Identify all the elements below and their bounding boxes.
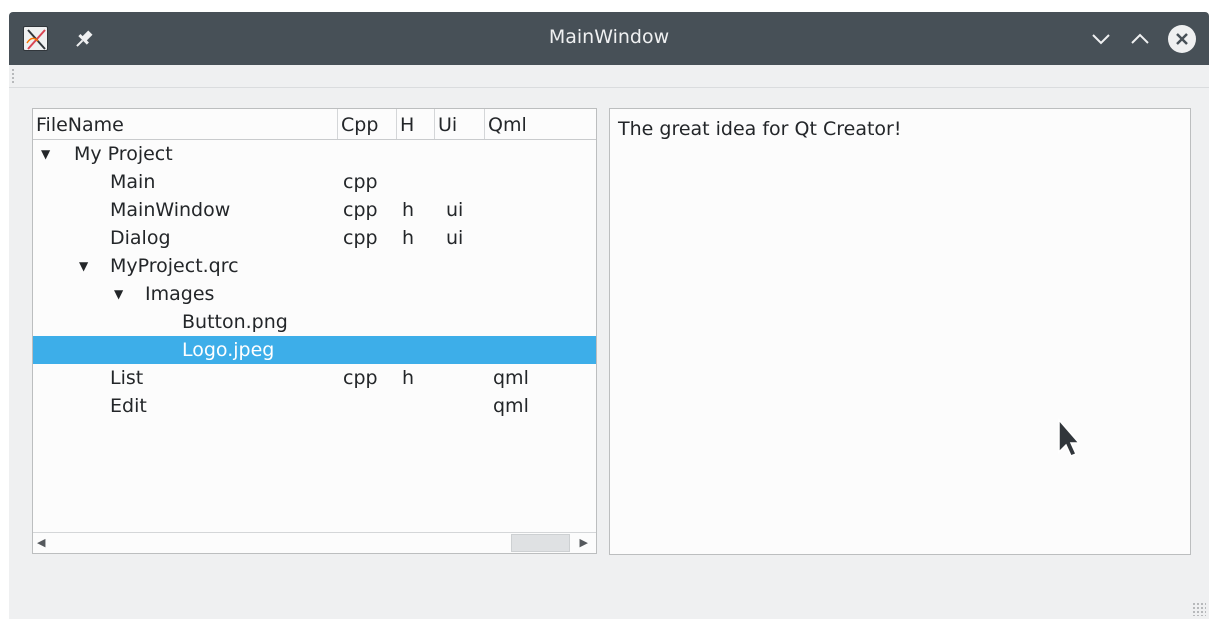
row-filename: Dialog bbox=[110, 227, 171, 249]
row-cpp: cpp bbox=[343, 171, 378, 193]
row-cpp: cpp bbox=[343, 227, 378, 249]
window-title: MainWindow bbox=[548, 26, 670, 48]
close-icon bbox=[1168, 25, 1196, 53]
expand-arrow-icon[interactable]: ▼ bbox=[41, 140, 50, 168]
row-qml: qml bbox=[493, 395, 529, 417]
row-filename: Logo.jpeg bbox=[182, 339, 275, 361]
title-bar[interactable]: MainWindow bbox=[9, 12, 1209, 65]
mouse-cursor-icon bbox=[1058, 418, 1081, 457]
file-tree-view[interactable]: FileName Cpp H Ui Qml ▼ My Project Main … bbox=[32, 108, 597, 554]
row-filename: MyProject.qrc bbox=[110, 255, 239, 277]
row-qml: qml bbox=[493, 367, 529, 389]
text-view[interactable]: The great idea for Qt Creator! bbox=[609, 108, 1191, 555]
tree-row[interactable]: MainWindow cpp h ui bbox=[33, 196, 596, 224]
row-filename: Button.png bbox=[182, 311, 288, 333]
row-ui: ui bbox=[446, 199, 464, 221]
resize-grip[interactable] bbox=[1192, 602, 1206, 616]
row-filename: Images bbox=[145, 283, 215, 305]
row-filename: My Project bbox=[74, 143, 173, 165]
row-filename: List bbox=[110, 367, 144, 389]
maximize-button[interactable] bbox=[1126, 25, 1154, 53]
toolbar-handle[interactable] bbox=[11, 68, 15, 84]
row-cpp: cpp bbox=[343, 199, 378, 221]
row-cpp: cpp bbox=[343, 367, 378, 389]
row-h: h bbox=[402, 227, 415, 249]
row-filename: Main bbox=[110, 171, 156, 193]
tree-row[interactable]: Dialog cpp h ui bbox=[33, 224, 596, 252]
tree-row[interactable]: Edit qml bbox=[33, 392, 596, 420]
column-header-ui[interactable]: Ui bbox=[435, 109, 485, 139]
tree-header: FileName Cpp H Ui Qml bbox=[33, 109, 596, 140]
tree-row[interactable]: Main cpp bbox=[33, 168, 596, 196]
minimize-button[interactable] bbox=[1087, 25, 1115, 53]
text-view-content: The great idea for Qt Creator! bbox=[618, 118, 902, 140]
column-header-filename[interactable]: FileName bbox=[33, 109, 338, 139]
close-button[interactable] bbox=[1167, 24, 1197, 54]
toolbar-divider bbox=[9, 87, 1209, 88]
tree-row[interactable]: ▼ Images bbox=[33, 280, 596, 308]
tree-row[interactable]: List cpp h qml bbox=[33, 364, 596, 392]
column-header-qml[interactable]: Qml bbox=[485, 109, 596, 139]
column-header-cpp[interactable]: Cpp bbox=[338, 109, 397, 139]
row-filename: Edit bbox=[110, 395, 147, 417]
scroll-right-icon[interactable]: ▶ bbox=[580, 536, 588, 549]
horizontal-scrollbar[interactable]: ◀ ▶ bbox=[33, 532, 596, 553]
main-window: FileName Cpp H Ui Qml ▼ My Project Main … bbox=[9, 65, 1209, 619]
row-h: h bbox=[402, 367, 415, 389]
scroll-left-icon[interactable]: ◀ bbox=[37, 536, 45, 549]
tree-row[interactable]: ▼ MyProject.qrc bbox=[33, 252, 596, 280]
chevron-down-icon bbox=[1092, 34, 1110, 45]
tree-row-selected[interactable]: Logo.jpeg bbox=[33, 336, 596, 364]
scrollbar-thumb[interactable] bbox=[511, 534, 570, 552]
chevron-up-icon bbox=[1131, 33, 1149, 44]
row-h: h bbox=[402, 199, 415, 221]
tree-row[interactable]: ▼ My Project bbox=[33, 140, 596, 168]
column-header-h[interactable]: H bbox=[397, 109, 435, 139]
row-filename: MainWindow bbox=[110, 199, 231, 221]
tree-row[interactable]: Button.png bbox=[33, 308, 596, 336]
expand-arrow-icon[interactable]: ▼ bbox=[114, 280, 123, 308]
row-ui: ui bbox=[446, 227, 464, 249]
tree-rows: ▼ My Project Main cpp MainWindow cpp h u… bbox=[33, 140, 596, 420]
expand-arrow-icon[interactable]: ▼ bbox=[79, 252, 88, 280]
